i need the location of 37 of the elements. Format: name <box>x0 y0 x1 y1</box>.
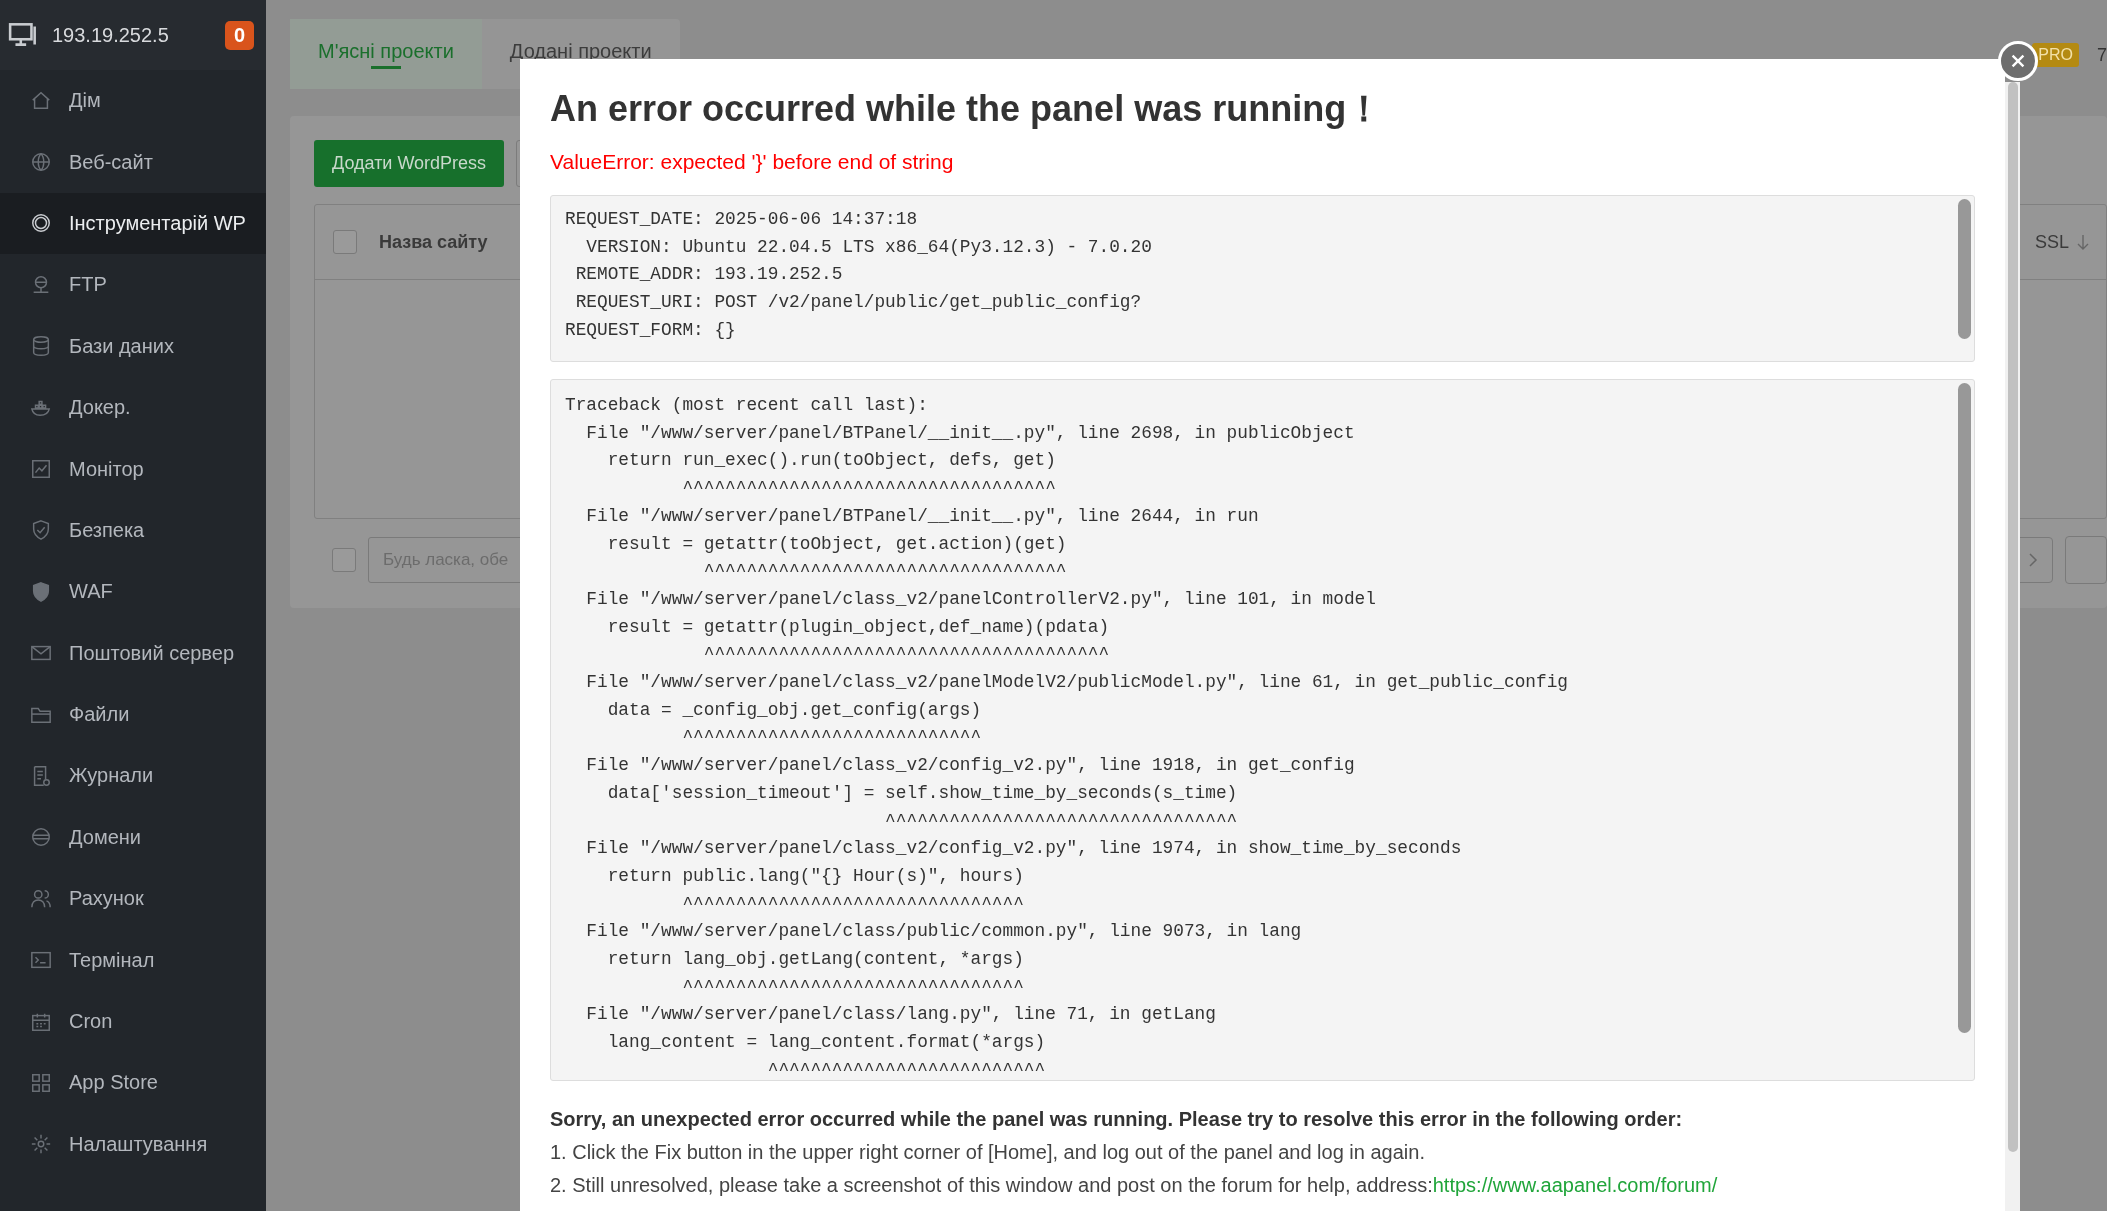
code-line: File "/www/server/panel/class/lang.py", line 71, in getLang <box>585 1003 1217 1027</box>
help-heading: Sorry, an unexpected error occurred while the panel was running. Please try to resolve this error in the following order: <box>550 1107 1684 1132</box>
error-message: ValueError: expected '}' before end of string <box>550 149 955 175</box>
code-line: ^^^^^^^^^^^^^^^^^^^^^^^^^^^^^^^^^^ <box>702 560 1068 584</box>
code-line: VERSION: Ubuntu 22.04.5 LTS x86_64(Py3.12.3) - 7.0.20 <box>585 235 1153 259</box>
code-line: return lang_obj.getLang(content, *args) <box>606 948 1025 972</box>
code-line: data = _config_obj.get_config(args) <box>606 698 983 722</box>
code-line: File "/www/server/panel/class_v2/panelControllerV2.py", line 101, in model <box>585 587 1377 611</box>
code-line: REQUEST_DATE: 2025-06-06 14:37:18 <box>565 208 919 231</box>
code-line: Traceback (most recent call last): <box>565 394 929 417</box>
code-line: ^^^^^^^^^^^^^^^^^^^^^^^^^^^^^^^^ <box>681 975 1025 999</box>
code-line: data['session_timeout'] = self.show_time_by_seconds(s_time) <box>606 781 1239 805</box>
code-line: File "/www/server/panel/class_v2/config_v2.py", line 1918, in get_config <box>585 754 1356 778</box>
dialog-title: An error occurred while the panel was running！ <box>550 87 1384 131</box>
code-line: return public.lang("{} Hour(s)", hours) <box>606 864 1025 888</box>
code-line: ^^^^^^^^^^^^^^^^^^^^^^^^^^^^ <box>681 726 983 750</box>
code-line: result = getattr(plugin_object,def_name)(pdata) <box>606 615 1111 639</box>
code-line: ^^^^^^^^^^^^^^^^^^^^^^^^^^ <box>766 1058 1047 1082</box>
code-line: ^^^^^^^^^^^^^^^^^^^^^^^^^^^^^^^^^ <box>884 809 1239 833</box>
code-line: ^^^^^^^^^^^^^^^^^^^^^^^^^^^^^^^^^^^ <box>681 477 1057 501</box>
help-step: 2. Still unresolved, please take a screenshot of this window and post on the forum for help, address:https://www.aapanel.com/forum/ <box>550 1169 1975 1202</box>
code-line: File "/www/server/panel/BTPanel/__init__.py", line 2644, in run <box>585 504 1260 528</box>
code-line: File "/www/server/panel/class_v2/panelModelV2/publicModel.py", line 61, in get_public_config <box>585 671 1570 695</box>
server-address: 193.19.252.5 <box>52 23 170 47</box>
code-line: REQUEST_FORM: {} <box>565 318 737 342</box>
code-line: ^^^^^^^^^^^^^^^^^^^^^^^^^^^^^^^^^^^^^^ <box>702 643 1111 667</box>
code-line: File "/www/server/panel/class/public/common.py", line 9073, in lang <box>585 920 1303 944</box>
code-line: lang_content = lang_content.format(*args) <box>606 1031 1047 1055</box>
code-line: File "/www/server/panel/class_v2/config_v2.py", line 1974, in show_time_by_seconds <box>585 837 1463 861</box>
version-text: 7 <box>2097 44 2107 66</box>
help-step: 1. Click the Fix button in the upper right corner of [Home], and log out of the panel and log in again. <box>550 1136 1975 1169</box>
code-line: result = getattr(toObject, get.action)(get) <box>606 532 1068 556</box>
code-line: File "/www/server/panel/BTPanel/__init__.py", line 2698, in publicObject <box>585 421 1356 445</box>
code-line: REQUEST_URI: POST /v2/panel/public/get_public_config? <box>574 291 1143 315</box>
code-line: ^^^^^^^^^^^^^^^^^^^^^^^^^^^^^^^^ <box>681 892 1025 916</box>
code-line: return run_exec().run(toObject, defs, get) <box>606 449 1057 473</box>
code-line: REMOTE_ADDR: 193.19.252.5 <box>574 263 844 287</box>
